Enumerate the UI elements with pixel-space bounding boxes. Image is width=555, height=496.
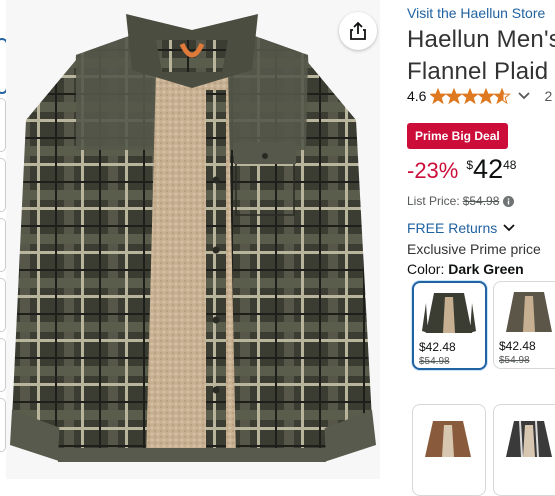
swatch-dark-green[interactable]: $42.48 $54.98	[412, 281, 487, 370]
swatch-image	[420, 289, 478, 335]
list-price: $54.98	[462, 194, 500, 208]
store-link[interactable]: Visit the Haellun Store	[407, 5, 545, 21]
discount-percent: -23%	[407, 158, 459, 183]
swatch-brown[interactable]	[412, 404, 486, 496]
price-whole: 42	[473, 154, 504, 184]
swatch-old-price: $54.98	[499, 355, 530, 366]
share-icon	[350, 21, 366, 40]
swatch-khaki-black[interactable]: $42.48 $54.98	[493, 281, 555, 369]
swatch-image	[500, 288, 555, 334]
swatch-black-white[interactable]	[493, 404, 555, 496]
swatch-price: $42.48	[499, 339, 536, 353]
list-price-label: List Price:	[407, 194, 460, 208]
list-price-row: List Price: $54.98	[407, 194, 515, 208]
chevron-down-icon[interactable]	[518, 92, 531, 100]
swatch-price: $42.48	[419, 340, 456, 354]
info-icon[interactable]	[503, 195, 515, 207]
swatch-image	[500, 411, 555, 457]
price-row: -23% $ 42 48	[407, 153, 516, 185]
swatch-image	[419, 411, 477, 457]
free-returns-label: FREE Returns	[407, 220, 498, 236]
star-icon	[430, 88, 511, 104]
chevron-down-icon	[503, 224, 515, 232]
prime-price-note: Exclusive Prime price	[407, 241, 541, 257]
rating-stars	[430, 88, 512, 104]
color-value: Dark Green	[448, 261, 524, 277]
rating-value: 4.6	[407, 88, 427, 104]
product-main-image[interactable]	[6, 0, 380, 479]
rating-count[interactable]: 2	[544, 88, 552, 104]
share-button[interactable]	[339, 12, 377, 50]
color-selection: Color: Dark Green	[407, 261, 524, 277]
deal-badge: Prime Big Deal	[407, 123, 508, 149]
free-returns-link[interactable]: FREE Returns	[407, 220, 515, 236]
color-label: Color:	[407, 261, 445, 277]
jacket-image	[6, 0, 380, 479]
rating-row[interactable]: 4.6 2	[407, 88, 552, 104]
swatch-old-price: $54.98	[419, 356, 450, 367]
price-fraction: 48	[503, 158, 517, 172]
product-title-line1: Haellun Men's	[407, 26, 555, 53]
product-title-line2: Flannel Plaid	[407, 58, 549, 85]
price-currency: $	[466, 158, 474, 172]
